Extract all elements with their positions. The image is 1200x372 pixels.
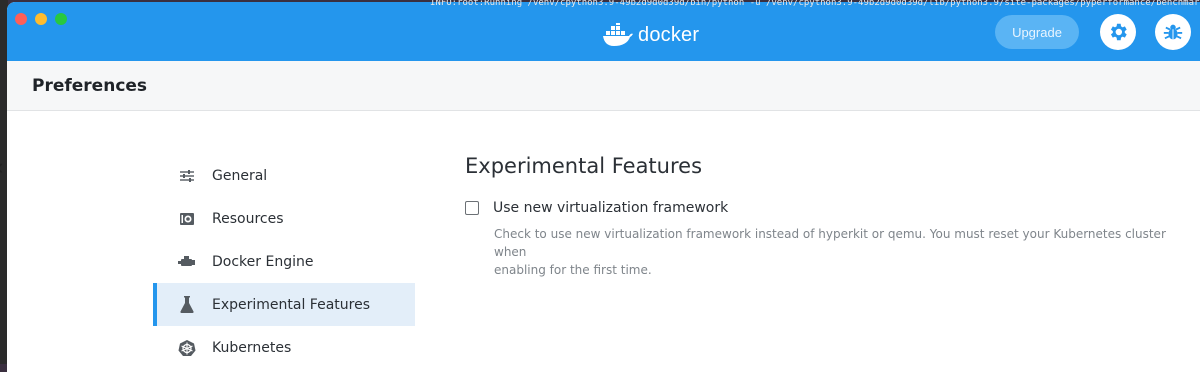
preferences-sidebar: General Resources Docker Engine Experime… xyxy=(153,154,415,369)
docker-whale-icon xyxy=(603,23,633,46)
upgrade-button[interactable]: Upgrade xyxy=(995,15,1079,49)
chevron-left-icon: ‹ xyxy=(0,154,3,180)
virtualization-option-description: Check to use new virtualization framewor… xyxy=(494,225,1195,279)
sidebar-item-label: Kubernetes xyxy=(212,339,292,356)
sidebar-item-docker-engine[interactable]: Docker Engine xyxy=(153,240,415,283)
sidebar-item-label: Docker Engine xyxy=(212,253,314,270)
close-window-button[interactable] xyxy=(15,13,27,25)
sidebar-item-label: Experimental Features xyxy=(212,296,371,313)
settings-button[interactable] xyxy=(1100,14,1136,50)
section-title: Experimental Features xyxy=(465,154,703,178)
bug-icon xyxy=(1163,24,1183,40)
gear-icon xyxy=(1110,23,1127,41)
titlebar: docker Upgrade xyxy=(7,2,1200,61)
sidebar-item-general[interactable]: General xyxy=(153,154,415,197)
sidebar-item-resources[interactable]: Resources xyxy=(153,197,415,240)
sliders-icon xyxy=(177,166,197,186)
virtualization-option: Use new virtualization framework xyxy=(465,200,1195,216)
page-title: Preferences xyxy=(32,76,148,96)
troubleshoot-button[interactable] xyxy=(1155,14,1191,50)
background-terminal-text: INFO:root:Running /venv/cpython3.9-49b2d… xyxy=(430,0,1200,8)
docker-logo: docker xyxy=(602,20,699,50)
resources-icon xyxy=(177,209,197,229)
zoom-window-button[interactable] xyxy=(55,13,67,25)
sidebar-item-label: Resources xyxy=(212,210,284,227)
experimental-features-panel: Experimental Features Use new virtualiza… xyxy=(465,154,1195,279)
description-line-2: enabling for the first time. xyxy=(494,263,652,277)
description-line-1: Check to use new virtualization framewor… xyxy=(494,227,1166,259)
sidebar-item-kubernetes[interactable]: Kubernetes xyxy=(153,326,415,369)
flask-icon xyxy=(177,295,197,315)
sidebar-item-label: General xyxy=(212,167,268,184)
preferences-header: Preferences xyxy=(7,61,1200,111)
sidebar-item-experimental-features[interactable]: Experimental Features xyxy=(153,283,415,326)
virtualization-option-label[interactable]: Use new virtualization framework xyxy=(493,200,728,216)
docker-preferences-window: docker Upgrade Preferences General Resou… xyxy=(7,2,1200,372)
engine-icon xyxy=(177,252,197,272)
helm-icon xyxy=(177,338,197,358)
virtualization-framework-checkbox[interactable] xyxy=(465,201,479,215)
docker-wordmark: docker xyxy=(638,23,700,46)
minimize-window-button[interactable] xyxy=(35,13,47,25)
